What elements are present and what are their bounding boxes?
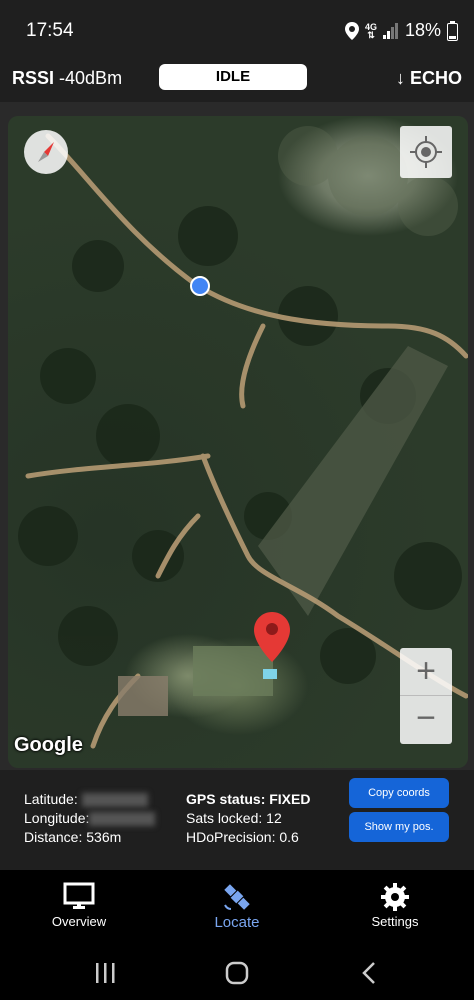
latitude-value-redacted (81, 793, 148, 808)
crosshair-icon (410, 136, 442, 168)
signal-icon (382, 22, 398, 39)
gps-info-panel: Latitude: Longitude: Distance: 536m GPS … (0, 770, 474, 870)
google-logo: Google (14, 734, 83, 756)
home-icon[interactable] (217, 961, 257, 985)
gps-status-block: GPS status: FIXED Sats locked: 12 HDoPre… (186, 790, 310, 847)
app-header: RSSI -40dBm IDLE ↓ ECHO (0, 62, 474, 102)
monitor-icon (63, 882, 95, 909)
gps-status-text: GPS status: FIXED (186, 791, 311, 807)
satellite-map[interactable]: + − Google (8, 116, 468, 768)
status-bar: 17:54 4G ⇅ 18% (0, 0, 474, 62)
copy-coords-button[interactable]: Copy coords (349, 778, 449, 808)
status-icons: 4G ⇅ 18% (344, 20, 458, 41)
target-marker-icon[interactable] (252, 610, 292, 664)
latitude-row: Latitude: (24, 790, 155, 809)
zoom-in-button[interactable]: + (400, 648, 452, 696)
tab-overview[interactable]: Overview (24, 880, 134, 929)
tab-locate-label: Locate (214, 914, 260, 931)
battery-percent: 18% (404, 20, 441, 40)
map-terrain (18, 126, 468, 749)
echo-toggle[interactable]: ↓ ECHO (396, 68, 462, 89)
rssi-readout: RSSI -40dBm (12, 68, 123, 88)
zoom-out-button[interactable]: − (400, 696, 452, 744)
back-icon[interactable] (350, 961, 390, 985)
compass-icon (38, 142, 54, 162)
gear-icon (381, 883, 409, 911)
battery-icon (447, 20, 458, 41)
compass-button[interactable] (24, 130, 68, 174)
show-my-position-button[interactable]: Show my pos. (349, 812, 449, 842)
map-container: + − Google (0, 102, 474, 770)
hdop-text: HDoPrecision: 0.6 (186, 829, 299, 845)
my-location-button[interactable] (400, 126, 452, 178)
distance-text: Distance: 536m (24, 829, 122, 845)
location-pin-icon (344, 21, 359, 40)
longitude-value-redacted (89, 812, 156, 827)
network-type: 4G ⇅ (364, 21, 377, 40)
tab-settings[interactable]: Settings (340, 880, 450, 929)
satellite-icon (224, 884, 250, 910)
longitude-row: Longitude: (24, 809, 156, 828)
current-position-dot (190, 276, 210, 296)
system-nav-bar (0, 945, 474, 1000)
recent-apps-icon[interactable] (86, 961, 126, 985)
coordinates-block: Latitude: Longitude: Distance: 536m (24, 790, 156, 847)
sats-locked-text: Sats locked: 12 (186, 810, 282, 826)
status-time: 17:54 (26, 20, 74, 41)
tab-settings-label: Settings (371, 914, 419, 929)
state-badge: IDLE (159, 64, 307, 90)
tab-locate[interactable]: Locate (182, 880, 292, 931)
bottom-tab-bar: Overview Locate Settings (0, 870, 474, 945)
tab-overview-label: Overview (51, 914, 107, 929)
